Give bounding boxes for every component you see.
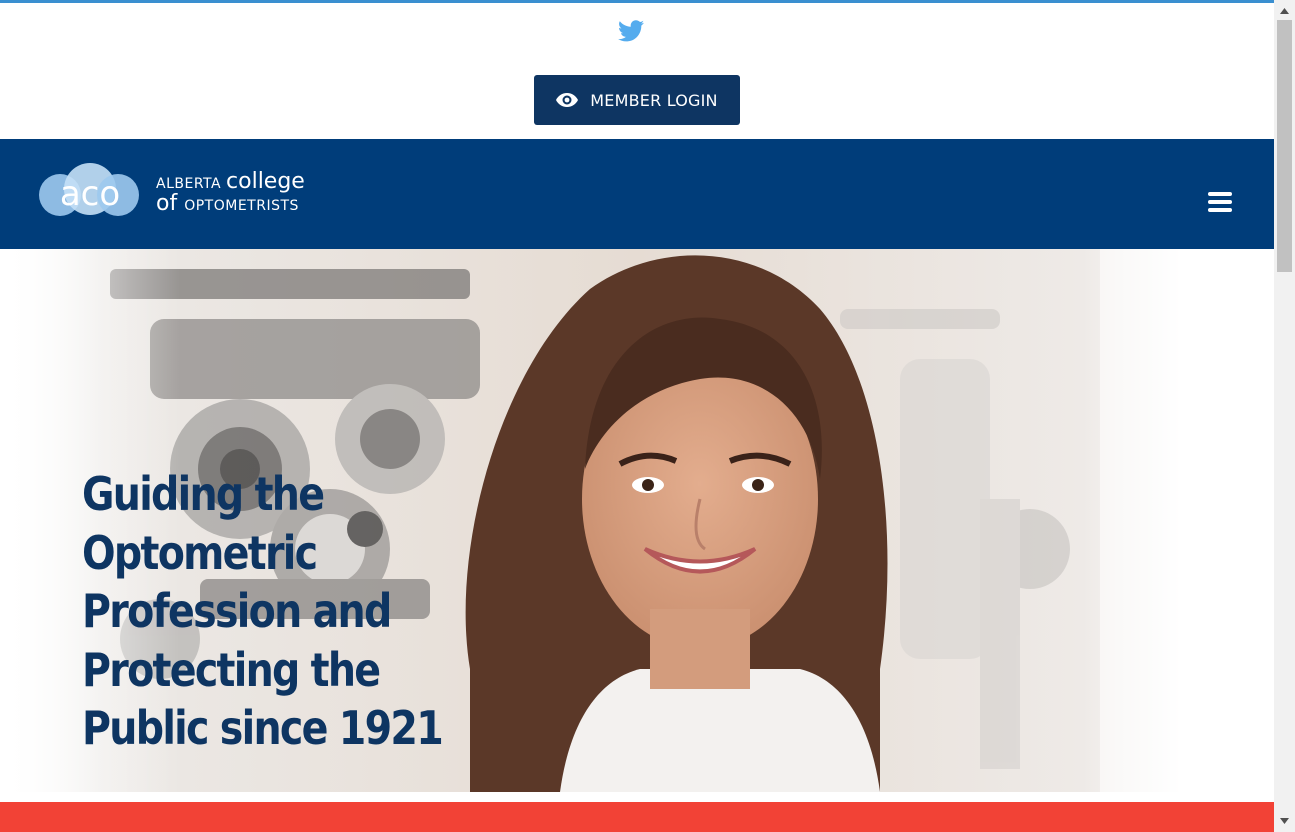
main-navbar: aco ALBERTA college of OPTOMETRISTS [0,139,1274,249]
scroll-up-arrow-icon[interactable] [1274,2,1295,19]
logo-word-alberta: ALBERTA [156,176,222,192]
logo-word-college: college [226,169,305,194]
twitter-icon[interactable] [618,20,644,42]
member-login-button[interactable]: MEMBER LOGIN [534,75,740,125]
member-login-label: MEMBER LOGIN [590,90,718,110]
hamburger-menu-icon[interactable] [1208,192,1232,214]
top-accent-line [0,0,1274,3]
scroll-down-arrow-icon[interactable] [1274,812,1295,829]
vertical-scrollbar[interactable] [1274,0,1295,832]
logo-word-of: of [156,191,178,216]
scrollbar-thumb[interactable] [1277,20,1292,272]
logo-wordmark: ALBERTA college of OPTOMETRISTS [156,171,305,215]
logo-word-optometrists: OPTOMETRISTS [184,198,299,214]
hero-banner: Guiding the Optometric Profession and Pr… [0,249,1274,792]
red-band [0,802,1274,832]
college-logo[interactable]: aco ALBERTA college of OPTOMETRISTS [38,161,328,225]
eye-icon [556,93,579,107]
aco-logo-mark: aco [39,163,139,216]
logo-mark-text: aco [60,174,120,214]
hero-headline: Guiding the Optometric Profession and Pr… [82,467,444,755]
